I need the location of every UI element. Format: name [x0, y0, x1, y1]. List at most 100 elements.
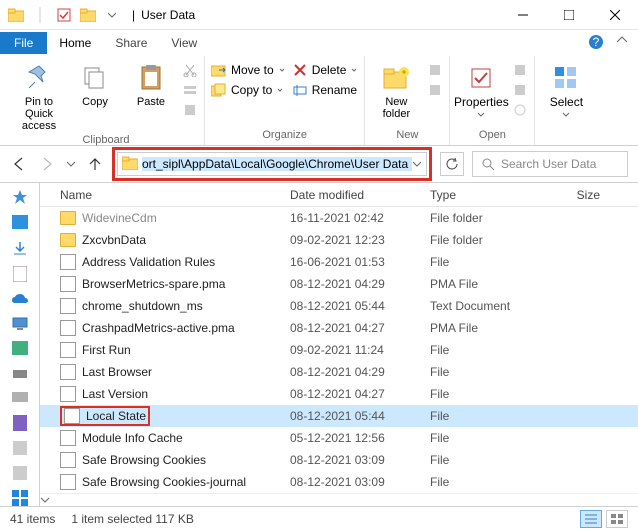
organize-group-label: Organize — [211, 127, 358, 145]
properties-qat-icon[interactable] — [54, 5, 74, 25]
properties-icon — [465, 62, 497, 94]
table-row[interactable]: Safe Browsing Cookies-journal08-12-2021 … — [40, 471, 638, 493]
copy-path-icon — [182, 82, 198, 98]
windows-icon[interactable] — [10, 490, 30, 506]
item-icon[interactable] — [10, 465, 30, 480]
table-row[interactable]: chrome_shutdown_ms08-12-2021 05:44Text D… — [40, 295, 638, 317]
table-row[interactable]: BrowserMetrics-spare.pma08-12-2021 04:29… — [40, 273, 638, 295]
table-row[interactable]: Module Info Cache05-12-2021 12:56File — [40, 427, 638, 449]
delete-icon — [292, 62, 308, 78]
svg-text:?: ? — [593, 35, 600, 49]
copy-path-button — [182, 82, 198, 98]
documents-icon[interactable] — [10, 266, 30, 282]
paste-button[interactable]: Paste — [126, 58, 176, 108]
maximize-button[interactable] — [546, 0, 592, 30]
table-row[interactable]: ZxcvbnData09-02-2021 12:23File folder — [40, 229, 638, 251]
help-icon[interactable]: ? — [588, 34, 604, 50]
status-item-count: 41 items — [10, 512, 55, 526]
copy-to-button[interactable]: Copy to — [211, 82, 286, 98]
file-icon — [60, 474, 76, 490]
rename-icon — [292, 82, 308, 98]
thumbnails-view-button[interactable] — [606, 510, 628, 528]
ribbon-minimize-icon[interactable] — [616, 34, 628, 46]
cut-button — [182, 62, 198, 78]
table-row[interactable]: Last Version08-12-2021 04:27File — [40, 383, 638, 405]
select-button[interactable]: Select — [541, 58, 591, 121]
address-input[interactable] — [142, 157, 412, 171]
address-bar-highlight — [112, 147, 432, 181]
tab-file[interactable]: File — [0, 32, 47, 54]
table-row[interactable]: Safe Browsing Cookies08-12-2021 03:09Fil… — [40, 449, 638, 471]
open-group-label: Open — [456, 127, 528, 145]
column-name[interactable]: Name — [40, 188, 290, 202]
open-button — [512, 62, 528, 78]
new-group-label: New — [371, 127, 443, 145]
onedrive-icon[interactable] — [10, 292, 30, 307]
item-icon[interactable] — [10, 441, 30, 456]
status-selection: 1 item selected 117 KB — [71, 512, 194, 526]
table-row[interactable]: Local State08-12-2021 05:44File — [40, 405, 638, 427]
drive-icon[interactable] — [10, 390, 30, 405]
paste-shortcut-button — [182, 102, 198, 118]
folder-qat-icon[interactable] — [78, 5, 98, 25]
copy-button[interactable]: Copy — [70, 58, 120, 108]
minimize-button[interactable] — [500, 0, 546, 30]
tab-view[interactable]: View — [159, 32, 209, 54]
column-date[interactable]: Date modified — [290, 188, 430, 202]
new-folder-icon — [380, 62, 412, 94]
history-button — [512, 102, 528, 118]
file-icon — [60, 386, 76, 402]
cut-icon — [182, 62, 198, 78]
address-dropdown-icon[interactable] — [412, 159, 422, 169]
copy-to-icon — [211, 82, 227, 98]
pictures-icon[interactable] — [10, 341, 30, 356]
window-title: User Data — [141, 8, 195, 22]
qat-dropdown-icon[interactable] — [102, 5, 122, 25]
close-button[interactable] — [592, 0, 638, 30]
column-size[interactable]: Size — [550, 188, 610, 202]
file-icon — [60, 364, 76, 380]
new-folder-button[interactable]: New folder — [371, 58, 421, 120]
tab-home[interactable]: Home — [47, 32, 103, 54]
search-icon — [481, 157, 495, 171]
downloads-icon[interactable] — [10, 240, 30, 256]
easy-access-button — [427, 82, 443, 98]
table-row[interactable]: Address Validation Rules16-06-2021 01:53… — [40, 251, 638, 273]
rename-button[interactable]: Rename — [292, 82, 359, 98]
folder-icon — [60, 233, 76, 247]
file-icon — [60, 298, 76, 314]
this-pc-icon[interactable] — [10, 316, 30, 331]
file-icon — [60, 254, 76, 270]
back-button[interactable] — [10, 155, 28, 173]
pin-to-quick-button[interactable]: Pin to Quick access — [14, 58, 64, 132]
quick-access-icon[interactable] — [10, 189, 30, 205]
sidebar[interactable] — [0, 183, 40, 506]
collapse-tree-icon[interactable] — [40, 496, 50, 504]
table-row[interactable]: First Run09-02-2021 11:24File — [40, 339, 638, 361]
properties-button[interactable]: Properties — [456, 58, 506, 121]
search-input[interactable]: Search User Data — [472, 151, 628, 177]
details-view-button[interactable] — [580, 510, 602, 528]
table-row[interactable]: WidevineCdm16-11-2021 02:42File folder — [40, 207, 638, 229]
column-type[interactable]: Type — [430, 188, 550, 202]
file-icon — [64, 408, 80, 424]
file-icon — [60, 452, 76, 468]
recent-dropdown-icon[interactable] — [66, 159, 76, 169]
tab-share[interactable]: Share — [103, 32, 159, 54]
separator-icon — [30, 5, 50, 25]
music-icon[interactable] — [10, 415, 30, 431]
table-row[interactable]: CrashpadMetrics-active.pma08-12-2021 04:… — [40, 317, 638, 339]
select-icon — [550, 62, 582, 94]
file-icon — [60, 342, 76, 358]
up-button[interactable] — [86, 155, 104, 173]
desktop-icon[interactable] — [10, 215, 30, 230]
move-to-button[interactable]: Move to — [211, 62, 286, 78]
refresh-button[interactable] — [440, 152, 464, 176]
file-icon — [60, 320, 76, 336]
network-icon[interactable] — [10, 366, 30, 381]
forward-button[interactable] — [38, 155, 56, 173]
file-list[interactable]: WidevineCdm16-11-2021 02:42File folderZx… — [40, 207, 638, 493]
table-row[interactable]: Last Browser08-12-2021 04:29File — [40, 361, 638, 383]
delete-button[interactable]: Delete — [292, 62, 359, 78]
paste-shortcut-icon — [182, 102, 198, 118]
